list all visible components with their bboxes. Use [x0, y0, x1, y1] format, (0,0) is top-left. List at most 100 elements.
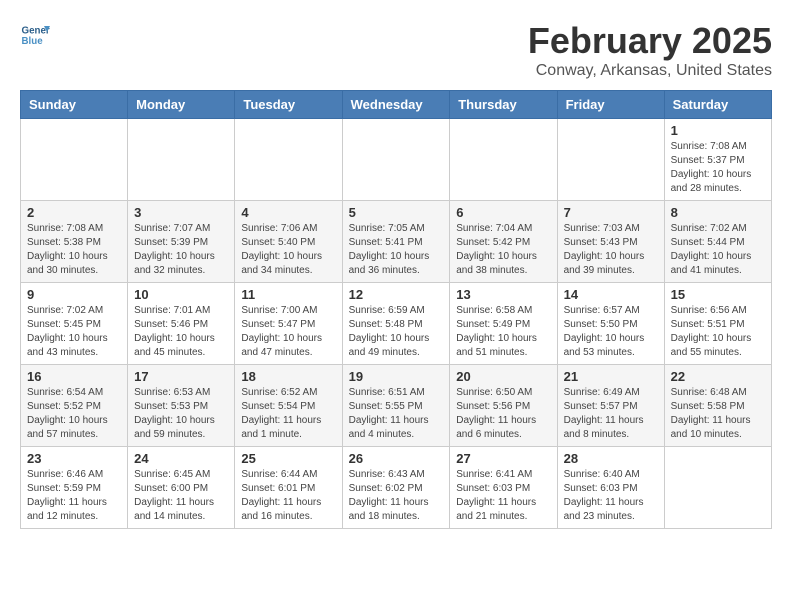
calendar-week-2: 2Sunrise: 7:08 AM Sunset: 5:38 PM Daylig… [21, 201, 772, 283]
day-info: Sunrise: 6:56 AM Sunset: 5:51 PM Dayligh… [671, 304, 765, 360]
day-info: Sunrise: 6:46 AM Sunset: 5:59 PM Dayligh… [27, 468, 121, 524]
day-number: 1 [671, 123, 765, 138]
calendar-cell: 22 Sunrise: 6:48 AM Sunset: 5:58 PM Dayli… [664, 365, 771, 447]
calendar-cell: 11 Sunrise: 7:00 AM Sunset: 5:47 PM Dayli… [235, 283, 342, 365]
day-info: Sunrise: 6:44 AM Sunset: 6:01 PM Dayligh… [241, 468, 335, 524]
day-number: 8 [671, 205, 765, 220]
day-number: 5 [349, 205, 444, 220]
weekday-header-saturday: Saturday [664, 91, 771, 119]
calendar-cell [128, 119, 235, 201]
weekday-header-tuesday: Tuesday [235, 91, 342, 119]
day-info: Sunrise: 6:57 AM Sunset: 5:50 PM Dayligh… [564, 304, 658, 360]
day-info: Sunrise: 7:02 AM Sunset: 5:44 PM Dayligh… [671, 222, 765, 278]
calendar-week-5: 23 Sunrise: 6:46 AM Sunset: 5:59 PM Dayli… [21, 447, 772, 529]
svg-text:Blue: Blue [22, 36, 44, 47]
calendar-cell: 21 Sunrise: 6:49 AM Sunset: 5:57 PM Dayli… [557, 365, 664, 447]
calendar-cell: 2Sunrise: 7:08 AM Sunset: 5:38 PM Daylig… [21, 201, 128, 283]
day-number: 6 [456, 205, 550, 220]
day-info: Sunrise: 7:00 AM Sunset: 5:47 PM Dayligh… [241, 304, 335, 360]
calendar-cell: 1 Sunrise: 7:08 AM Sunset: 5:37 PM Daylig… [664, 119, 771, 201]
day-info: Sunrise: 6:45 AM Sunset: 6:00 PM Dayligh… [134, 468, 228, 524]
day-number: 17 [134, 369, 228, 384]
calendar-cell: 10 Sunrise: 7:01 AM Sunset: 5:46 PM Dayli… [128, 283, 235, 365]
calendar-cell: 6 Sunrise: 7:04 AM Sunset: 5:42 PM Daylig… [450, 201, 557, 283]
calendar-cell: 14 Sunrise: 6:57 AM Sunset: 5:50 PM Dayli… [557, 283, 664, 365]
day-info: Sunrise: 7:08 AM Sunset: 5:37 PM Dayligh… [671, 140, 765, 196]
day-number: 19 [349, 369, 444, 384]
calendar-cell [557, 119, 664, 201]
calendar-cell: 9Sunrise: 7:02 AM Sunset: 5:45 PM Daylig… [21, 283, 128, 365]
calendar-cell: 16 Sunrise: 6:54 AM Sunset: 5:52 PM Dayli… [21, 365, 128, 447]
calendar-cell [450, 119, 557, 201]
calendar-cell: 3 Sunrise: 7:07 AM Sunset: 5:39 PM Daylig… [128, 201, 235, 283]
day-number: 23 [27, 451, 121, 466]
day-number: 11 [241, 287, 335, 302]
day-number: 13 [456, 287, 550, 302]
calendar-table: SundayMondayTuesdayWednesdayThursdayFrid… [20, 90, 772, 529]
day-info: Sunrise: 6:41 AM Sunset: 6:03 PM Dayligh… [456, 468, 550, 524]
weekday-header-sunday: Sunday [21, 91, 128, 119]
calendar-cell: 4 Sunrise: 7:06 AM Sunset: 5:40 PM Daylig… [235, 201, 342, 283]
day-number: 25 [241, 451, 335, 466]
day-info: Sunrise: 6:54 AM Sunset: 5:52 PM Dayligh… [27, 386, 121, 442]
calendar-week-3: 9Sunrise: 7:02 AM Sunset: 5:45 PM Daylig… [21, 283, 772, 365]
calendar-cell: 20 Sunrise: 6:50 AM Sunset: 5:56 PM Dayli… [450, 365, 557, 447]
day-info: Sunrise: 6:58 AM Sunset: 5:49 PM Dayligh… [456, 304, 550, 360]
day-number: 16 [27, 369, 121, 384]
day-number: 21 [564, 369, 658, 384]
calendar-cell: 23 Sunrise: 6:46 AM Sunset: 5:59 PM Dayli… [21, 447, 128, 529]
day-info: Sunrise: 6:40 AM Sunset: 6:03 PM Dayligh… [564, 468, 658, 524]
calendar-cell: 15 Sunrise: 6:56 AM Sunset: 5:51 PM Dayli… [664, 283, 771, 365]
weekday-header-wednesday: Wednesday [342, 91, 450, 119]
day-info: Sunrise: 6:49 AM Sunset: 5:57 PM Dayligh… [564, 386, 658, 442]
day-info: Sunrise: 7:04 AM Sunset: 5:42 PM Dayligh… [456, 222, 550, 278]
calendar-cell: 8 Sunrise: 7:02 AM Sunset: 5:44 PM Daylig… [664, 201, 771, 283]
day-number: 15 [671, 287, 765, 302]
day-number: 20 [456, 369, 550, 384]
day-number: 7 [564, 205, 658, 220]
day-number: 26 [349, 451, 444, 466]
calendar-subtitle: Conway, Arkansas, United States [528, 62, 772, 80]
day-info: Sunrise: 6:43 AM Sunset: 6:02 PM Dayligh… [349, 468, 444, 524]
day-number: 4 [241, 205, 335, 220]
calendar-cell [664, 447, 771, 529]
day-number: 9 [27, 287, 121, 302]
weekday-header-monday: Monday [128, 91, 235, 119]
day-number: 18 [241, 369, 335, 384]
day-number: 3 [134, 205, 228, 220]
calendar-week-4: 16 Sunrise: 6:54 AM Sunset: 5:52 PM Dayli… [21, 365, 772, 447]
calendar-cell: 7Sunrise: 7:03 AM Sunset: 5:43 PM Daylig… [557, 201, 664, 283]
weekday-header-thursday: Thursday [450, 91, 557, 119]
day-number: 28 [564, 451, 658, 466]
title-area: February 2025 Conway, Arkansas, United S… [528, 20, 772, 80]
day-info: Sunrise: 6:50 AM Sunset: 5:56 PM Dayligh… [456, 386, 550, 442]
calendar-cell: 19 Sunrise: 6:51 AM Sunset: 5:55 PM Dayli… [342, 365, 450, 447]
calendar-cell: 27 Sunrise: 6:41 AM Sunset: 6:03 PM Dayli… [450, 447, 557, 529]
day-number: 12 [349, 287, 444, 302]
day-info: Sunrise: 6:53 AM Sunset: 5:53 PM Dayligh… [134, 386, 228, 442]
calendar-cell: 18Sunrise: 6:52 AM Sunset: 5:54 PM Dayli… [235, 365, 342, 447]
calendar-title: February 2025 [528, 20, 772, 62]
day-info: Sunrise: 6:48 AM Sunset: 5:58 PM Dayligh… [671, 386, 765, 442]
logo: General Blue [20, 20, 50, 50]
day-number: 27 [456, 451, 550, 466]
logo-icon: General Blue [20, 20, 50, 50]
page-header: General Blue February 2025 Conway, Arkan… [20, 20, 772, 80]
calendar-cell: 24 Sunrise: 6:45 AM Sunset: 6:00 PM Dayli… [128, 447, 235, 529]
day-number: 14 [564, 287, 658, 302]
day-number: 10 [134, 287, 228, 302]
calendar-cell [342, 119, 450, 201]
day-number: 24 [134, 451, 228, 466]
day-info: Sunrise: 7:06 AM Sunset: 5:40 PM Dayligh… [241, 222, 335, 278]
calendar-cell: 17 Sunrise: 6:53 AM Sunset: 5:53 PM Dayli… [128, 365, 235, 447]
calendar-cell [21, 119, 128, 201]
day-info: Sunrise: 7:01 AM Sunset: 5:46 PM Dayligh… [134, 304, 228, 360]
day-info: Sunrise: 6:51 AM Sunset: 5:55 PM Dayligh… [349, 386, 444, 442]
calendar-cell: 5Sunrise: 7:05 AM Sunset: 5:41 PM Daylig… [342, 201, 450, 283]
calendar-cell: 12 Sunrise: 6:59 AM Sunset: 5:48 PM Dayli… [342, 283, 450, 365]
calendar-cell: 26 Sunrise: 6:43 AM Sunset: 6:02 PM Dayli… [342, 447, 450, 529]
day-number: 22 [671, 369, 765, 384]
day-info: Sunrise: 7:07 AM Sunset: 5:39 PM Dayligh… [134, 222, 228, 278]
day-info: Sunrise: 7:08 AM Sunset: 5:38 PM Dayligh… [27, 222, 121, 278]
day-info: Sunrise: 6:59 AM Sunset: 5:48 PM Dayligh… [349, 304, 444, 360]
